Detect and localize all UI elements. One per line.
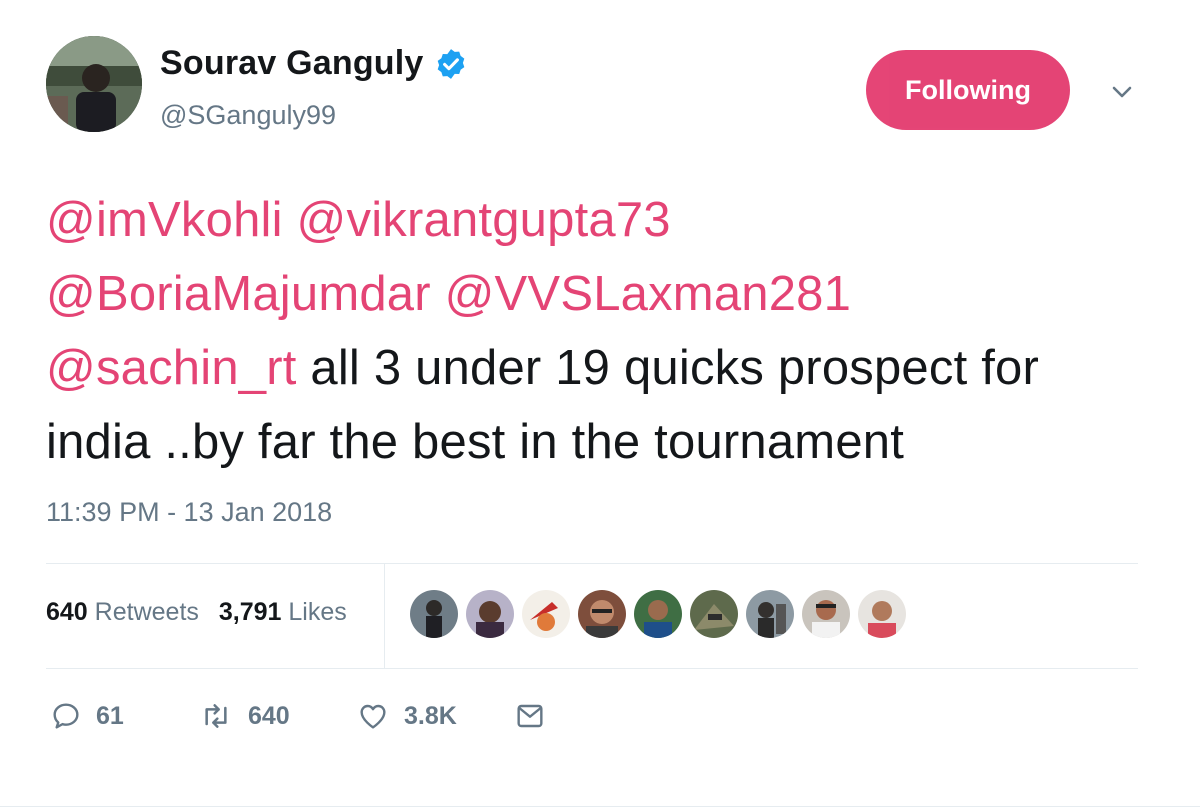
liker-avatar[interactable] bbox=[576, 588, 628, 640]
mention-link[interactable]: @imVkohli bbox=[46, 193, 283, 247]
reply-count: 61 bbox=[96, 701, 124, 730]
likes-stat[interactable]: 3,791 Likes bbox=[219, 598, 347, 627]
verified-badge-icon bbox=[434, 47, 468, 81]
tweet-line-2: @BoriaMajumdar @VVSLaxman281 bbox=[46, 257, 1156, 331]
heart-icon bbox=[360, 704, 386, 729]
tweet-timestamp[interactable]: 11:39 PM - 13 Jan 2018 bbox=[46, 497, 332, 528]
reply-button[interactable]: 61 bbox=[50, 700, 198, 732]
liker-avatar[interactable] bbox=[856, 588, 908, 640]
like-button[interactable]: 3.8K bbox=[356, 700, 514, 732]
following-button[interactable]: Following bbox=[866, 50, 1070, 130]
mention-link[interactable]: @VVSLaxman281 bbox=[445, 267, 851, 321]
display-name[interactable]: Sourav Ganguly bbox=[160, 44, 468, 83]
retweets-label: Retweets bbox=[94, 598, 199, 626]
engagement-stats: 640 Retweets 3,791 Likes bbox=[46, 598, 347, 627]
divider bbox=[46, 668, 1138, 669]
retweets-count: 640 bbox=[46, 598, 88, 626]
tweet-line-4: india ..by far the best in the tournamen… bbox=[46, 415, 905, 469]
direct-message-button[interactable] bbox=[514, 700, 546, 732]
retweet-count: 640 bbox=[248, 701, 290, 730]
like-count: 3.8K bbox=[404, 701, 457, 730]
retweet-button[interactable]: 640 bbox=[198, 700, 356, 732]
user-handle[interactable]: @SGanguly99 bbox=[160, 100, 336, 131]
tweet-text: @imVkohli @vikrantgupta73 @BoriaMajumdar… bbox=[46, 183, 1156, 479]
avatar[interactable] bbox=[46, 36, 142, 132]
mention-link[interactable]: @vikrantgupta73 bbox=[297, 193, 671, 247]
liker-avatar[interactable] bbox=[744, 588, 796, 640]
tweet-body-text: all 3 under 19 quicks prospect for bbox=[296, 341, 1039, 395]
liker-avatar[interactable] bbox=[800, 588, 852, 640]
envelope-icon bbox=[517, 704, 543, 728]
likes-count: 3,791 bbox=[218, 598, 282, 626]
display-name-text[interactable]: Sourav Ganguly bbox=[160, 44, 424, 83]
liker-avatar[interactable] bbox=[688, 588, 740, 640]
divider bbox=[46, 563, 1138, 564]
tweet-line-1: @imVkohli @vikrantgupta73 bbox=[46, 183, 1156, 257]
liker-avatar[interactable] bbox=[520, 588, 572, 640]
liker-avatars bbox=[408, 588, 912, 640]
chevron-down-icon[interactable] bbox=[1104, 78, 1140, 106]
likes-label: Likes bbox=[288, 598, 347, 626]
divider bbox=[0, 806, 1200, 807]
tweet-actions: 61 640 3.8K bbox=[50, 700, 546, 732]
reply-icon bbox=[53, 703, 79, 729]
retweets-stat[interactable]: 640 Retweets bbox=[46, 598, 199, 627]
liker-avatar[interactable] bbox=[408, 588, 460, 640]
liker-avatar[interactable] bbox=[464, 588, 516, 640]
tweet-line-3: @sachin_rt all 3 under 19 quicks prospec… bbox=[46, 331, 1156, 405]
retweet-icon bbox=[205, 704, 227, 728]
divider bbox=[384, 563, 385, 669]
mention-link[interactable]: @sachin_rt bbox=[46, 341, 297, 395]
mention-link[interactable]: @BoriaMajumdar bbox=[46, 267, 431, 321]
liker-avatar[interactable] bbox=[632, 588, 684, 640]
